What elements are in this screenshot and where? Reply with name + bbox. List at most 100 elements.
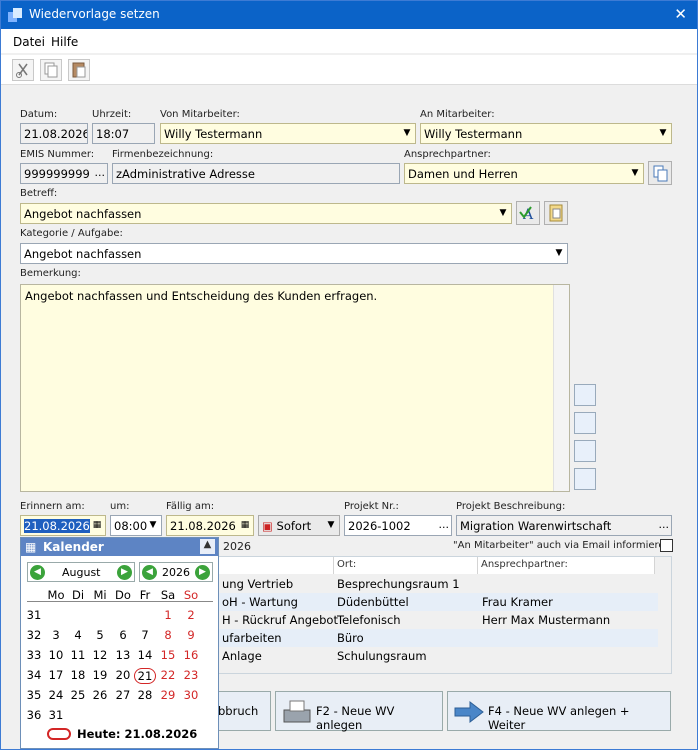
- f2-button[interactable]: F2 - Neue WV anlegen: [275, 691, 443, 732]
- arrow-right-icon: [454, 700, 484, 724]
- calendar-day[interactable]: 9: [180, 628, 202, 642]
- chevron-down-icon[interactable]: ▼: [655, 124, 671, 143]
- emis-field[interactable]: 999999999...: [20, 163, 108, 184]
- email-info-checkbox[interactable]: [660, 539, 673, 552]
- projekt-lookup-button[interactable]: ...: [439, 518, 450, 531]
- projektbeschr-label: Projekt Beschreibung:: [456, 501, 566, 512]
- copy-icon[interactable]: [40, 59, 62, 81]
- calendar-day[interactable]: 5: [89, 628, 111, 642]
- chevron-down-icon[interactable]: ▼: [323, 516, 339, 535]
- close-icon[interactable]: ✕: [674, 5, 687, 23]
- calendar-day[interactable]: 15: [157, 648, 179, 662]
- calendar-day[interactable]: 8: [157, 628, 179, 642]
- calendar-day[interactable]: 1: [157, 608, 179, 622]
- calendar-day[interactable]: 23: [180, 668, 202, 682]
- calendar-day[interactable]: 27: [112, 688, 134, 702]
- an-select[interactable]: Willy Testermann ▼: [420, 123, 672, 144]
- calendar-day[interactable]: 11: [67, 648, 89, 662]
- cell: Besprechungsraum 1: [337, 577, 460, 591]
- uhrzeit-label: Uhrzeit:: [92, 109, 132, 120]
- calendar-day[interactable]: 12: [89, 648, 111, 662]
- calendar-icon[interactable]: ▦: [237, 516, 253, 535]
- projekt-field[interactable]: 2026-1002...: [344, 515, 452, 536]
- calendar-day[interactable]: 19: [89, 668, 111, 682]
- chevron-down-icon[interactable]: ▼: [399, 124, 415, 143]
- emis-value: 999999999: [24, 167, 90, 181]
- calendar-day[interactable]: 28: [134, 688, 156, 702]
- memo-scrollbar[interactable]: [553, 285, 569, 491]
- calendar-day[interactable]: 16: [180, 648, 202, 662]
- chevron-down-icon[interactable]: ▼: [145, 516, 161, 535]
- faellig-field[interactable]: 21.08.2026 ▦: [166, 515, 254, 536]
- betreff-value: Angebot nachfassen: [24, 207, 142, 221]
- app-icon: [8, 8, 22, 22]
- calendar-day[interactable]: 24: [45, 688, 67, 702]
- calendar-day[interactable]: 29: [157, 688, 179, 702]
- calendar-day[interactable]: 4: [67, 628, 89, 642]
- spellcheck-icon[interactable]: A: [516, 201, 540, 225]
- prev-month-icon[interactable]: ◀: [30, 565, 45, 580]
- um-label: um:: [110, 501, 130, 512]
- calendar-day[interactable]: 18: [67, 668, 89, 682]
- betreff-select[interactable]: Angebot nachfassen ▼: [20, 203, 512, 224]
- kategorie-select[interactable]: Angebot nachfassen ▼: [20, 243, 568, 264]
- chevron-down-icon[interactable]: ▼: [551, 244, 567, 263]
- insert-document-icon[interactable]: [574, 384, 596, 406]
- erinnern-field[interactable]: 21.08.2026 ▦: [20, 515, 106, 536]
- collapse-icon[interactable]: ▲: [200, 539, 215, 554]
- calendar-day[interactable]: 3: [45, 628, 67, 642]
- calendar-day[interactable]: 21: [134, 668, 156, 684]
- von-select[interactable]: Willy Testermann ▼: [160, 123, 416, 144]
- calendar-day[interactable]: 2: [180, 608, 202, 622]
- calendar-day[interactable]: 20: [112, 668, 134, 682]
- calendar-icon[interactable]: ▦: [89, 516, 105, 535]
- datum-field[interactable]: 21.08.2026: [20, 123, 88, 144]
- cut-icon[interactable]: [12, 59, 34, 81]
- projektbeschr-lookup-button[interactable]: ...: [659, 518, 670, 531]
- prev-year-icon[interactable]: ◀: [142, 565, 157, 580]
- today-button[interactable]: Heute: 21.08.2026: [77, 727, 197, 741]
- partial-date-text: 2026: [223, 540, 251, 553]
- text-template-icon[interactable]: [574, 412, 596, 434]
- calendar-day[interactable]: 6: [112, 628, 134, 642]
- chevron-down-icon[interactable]: ▼: [495, 204, 511, 223]
- weekday-label: Do: [115, 588, 131, 602]
- calendar-day[interactable]: 13: [112, 648, 134, 662]
- menu-hilfe[interactable]: Hilfe: [51, 35, 78, 49]
- calendar-day[interactable]: 25: [67, 688, 89, 702]
- window-title: Wiedervorlage setzen: [29, 7, 160, 21]
- calendar-day[interactable]: 26: [89, 688, 111, 702]
- menu-bar: Datei Hilfe: [1, 29, 697, 53]
- copy-contact-icon[interactable]: [648, 161, 672, 185]
- column-header-ansprech[interactable]: Ansprechpartner:: [478, 557, 655, 574]
- cell: ung Vertrieb: [222, 577, 294, 591]
- calendar-day[interactable]: 10: [45, 648, 67, 662]
- email-info-label: "An Mitarbeiter" auch via Email informie…: [453, 540, 671, 551]
- next-month-icon[interactable]: ▶: [117, 565, 132, 580]
- calendar-day[interactable]: 14: [134, 648, 156, 662]
- projekt-value: 2026-1002: [348, 519, 411, 533]
- calendar-day[interactable]: 17: [45, 668, 67, 682]
- column-header-ort[interactable]: Ort:: [334, 557, 478, 574]
- week-number: 33: [26, 648, 42, 662]
- spellcheck-icon[interactable]: [574, 440, 596, 462]
- calendar-day[interactable]: 22: [157, 668, 179, 682]
- text-template-icon[interactable]: [544, 201, 568, 225]
- uhrzeit-field[interactable]: 18:07: [92, 123, 155, 144]
- chevron-down-icon[interactable]: ▼: [627, 164, 643, 183]
- calendar-day[interactable]: 30: [180, 688, 202, 702]
- calendar-day[interactable]: 7: [134, 628, 156, 642]
- um-select[interactable]: 08:00 ▼: [110, 515, 162, 536]
- emis-lookup-button[interactable]: ...: [95, 166, 106, 179]
- cell: Frau Kramer: [482, 595, 553, 609]
- bemerkung-textarea[interactable]: Angebot nachfassen und Entscheidung des …: [20, 284, 570, 492]
- next-year-icon[interactable]: ▶: [195, 565, 210, 580]
- calendar-day[interactable]: 31: [45, 708, 67, 722]
- export-icon[interactable]: [574, 468, 596, 490]
- um-value: 08:00: [114, 519, 148, 533]
- menu-datei[interactable]: Datei: [13, 35, 45, 49]
- sofort-select[interactable]: ▣ Sofort ▼: [258, 515, 340, 536]
- paste-icon[interactable]: [68, 59, 90, 81]
- f4-button[interactable]: F4 - Neue WV anlegen + Weiter: [447, 691, 671, 732]
- ansprech-select[interactable]: Damen und Herren ▼: [404, 163, 644, 184]
